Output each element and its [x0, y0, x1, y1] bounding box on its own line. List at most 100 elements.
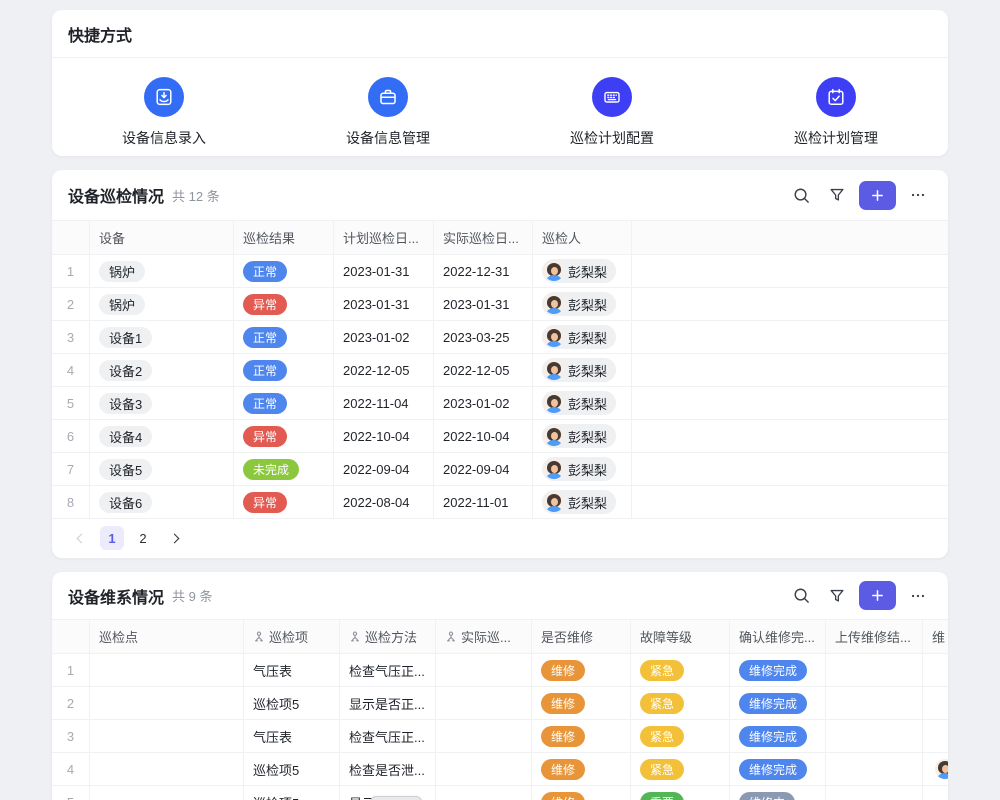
confirm-pill: 维修完成	[739, 726, 807, 747]
row-number: 2	[52, 687, 90, 719]
shortcut-device-entry[interactable]: 设备信息录入	[52, 77, 276, 148]
result-pill: 异常	[243, 426, 287, 447]
column-header-level[interactable]: 故障等级	[631, 620, 730, 653]
prev-page-icon[interactable]	[69, 526, 93, 550]
more-icon[interactable]	[904, 582, 932, 610]
page-1-button[interactable]: 1	[100, 526, 124, 550]
avatar	[544, 492, 564, 512]
column-header-method[interactable]: 巡检方法	[340, 620, 436, 653]
row-number: 3	[52, 720, 90, 752]
table-row[interactable]: 4 巡检项5 检查是否泄... 维修 紧急 维修完成	[52, 753, 948, 786]
actual-date: 2022-12-05	[443, 363, 510, 378]
shortcut-plan-manage[interactable]: 巡检计划管理	[724, 77, 948, 148]
filter-icon[interactable]	[823, 181, 851, 209]
device-tag: 锅炉	[99, 294, 145, 315]
item-text: 巡检项5	[253, 793, 299, 800]
planned-date: 2023-01-31	[343, 297, 410, 312]
table-row[interactable]: 2 巡检项5 显示是否正... 维修 紧急 维修完成	[52, 687, 948, 720]
device-tag: 设备2	[99, 360, 152, 381]
row-number: 7	[52, 453, 90, 485]
inspector-chip: 彭梨梨	[542, 457, 616, 481]
filter-icon[interactable]	[823, 582, 851, 610]
pagination: 1 2	[52, 519, 948, 557]
column-header-upload[interactable]: 上传维修结...	[826, 620, 923, 653]
column-header-actual[interactable]: 实际巡...	[436, 620, 532, 653]
column-header-confirm[interactable]: 确认维修完...	[730, 620, 826, 653]
calendar-check-icon	[816, 77, 856, 117]
table-row[interactable]: 1 气压表 检查气压正... 维修 紧急 维修完成	[52, 654, 948, 687]
shortcuts-card: 快捷方式 设备信息录入 设备信息管理	[52, 10, 948, 156]
row-number: 5	[52, 786, 90, 800]
more-icon[interactable]	[904, 181, 932, 209]
row-number: 3	[52, 321, 90, 353]
table-row[interactable]: 5 巡检项5 显示是否正... 维修 重要 维修中	[52, 786, 948, 800]
column-header-truncated[interactable]: 维	[923, 620, 948, 653]
table-row[interactable]: 6 设备4 异常 2022-10-04 2022-10-04 彭梨梨	[52, 420, 948, 453]
maintenance-table-header: 巡检点 巡检项 巡检方法 实际巡... 是否维修 故障等级 确认维修完... 上…	[52, 620, 948, 654]
planned-date: 2022-10-04	[343, 429, 410, 444]
level-pill: 紧急	[640, 726, 684, 747]
table-row[interactable]: 4 设备2 正常 2022-12-05 2022-12-05 彭梨梨	[52, 354, 948, 387]
shortcut-device-manage[interactable]: 设备信息管理	[276, 77, 500, 148]
planned-date: 2023-01-02	[343, 330, 410, 345]
column-header-planned-date[interactable]: 计划巡检日...	[334, 221, 434, 254]
planned-date: 2022-11-04	[343, 396, 409, 411]
avatar	[544, 393, 564, 413]
item-text: 气压表	[253, 661, 292, 680]
column-header-result[interactable]: 巡检结果	[234, 221, 334, 254]
keyboard-icon	[592, 77, 632, 117]
row-number: 6	[52, 420, 90, 452]
inspector-chip: 彭梨梨	[542, 391, 616, 415]
row-number: 4	[52, 354, 90, 386]
row-number: 8	[52, 486, 90, 518]
table-row[interactable]: 1 锅炉 正常 2023-01-31 2022-12-31 彭梨梨	[52, 255, 948, 288]
page-2-button[interactable]: 2	[131, 526, 155, 550]
header-row-number	[52, 221, 90, 254]
shortcut-plan-config[interactable]: 巡检计划配置	[500, 77, 724, 148]
search-icon[interactable]	[787, 582, 815, 610]
table-row[interactable]: 3 设备1 正常 2023-01-02 2023-03-25 彭梨梨	[52, 321, 948, 354]
method-text: 检查气压正...	[349, 727, 425, 746]
table-row[interactable]: 3 气压表 检查气压正... 维修 紧急 维修完成	[52, 720, 948, 753]
table-row[interactable]: 8 设备6 异常 2022-08-04 2022-11-01 彭梨梨	[52, 486, 948, 519]
avatar	[544, 261, 564, 281]
result-pill: 正常	[243, 393, 287, 414]
table-row[interactable]: 5 设备3 正常 2022-11-04 2023-01-02 彭梨梨	[52, 387, 948, 420]
row-number: 4	[52, 753, 90, 785]
add-record-button[interactable]	[859, 181, 896, 210]
column-header-item[interactable]: 巡检项	[244, 620, 340, 653]
inspection-title: 设备巡检情况	[68, 183, 164, 207]
repair-pill: 维修	[541, 660, 585, 681]
repair-pill: 维修	[541, 792, 585, 800]
method-text: 检查是否泄...	[349, 760, 425, 779]
inspector-chip: 彭梨梨	[542, 259, 616, 283]
table-row[interactable]: 2 锅炉 异常 2023-01-31 2023-01-31 彭梨梨	[52, 288, 948, 321]
actual-date: 2023-03-25	[443, 330, 510, 345]
method-text: 显示是否正...	[349, 694, 425, 713]
item-text: 巡检项5	[253, 694, 299, 713]
column-header-inspector[interactable]: 巡检人	[533, 221, 632, 254]
screenshot-tooltip[interactable]: 截屏	[370, 796, 422, 800]
shortcuts-title: 快捷方式	[68, 22, 132, 46]
actual-date: 2022-11-01	[443, 495, 509, 510]
item-text: 气压表	[253, 727, 292, 746]
method-text: 检查气压正...	[349, 661, 425, 680]
device-tag: 锅炉	[99, 261, 145, 282]
inspector-chip: 彭梨梨	[542, 424, 616, 448]
maintenance-count: 共 9 条	[172, 586, 212, 605]
maintenance-header: 设备维系情况 共 9 条	[52, 572, 948, 620]
level-pill: 紧急	[640, 660, 684, 681]
inspector-chip: 彭梨梨	[542, 292, 616, 316]
column-header-actual-date[interactable]: 实际巡检日...	[434, 221, 533, 254]
table-row[interactable]: 7 设备5 未完成 2022-09-04 2022-09-04 彭梨梨	[52, 453, 948, 486]
add-record-button[interactable]	[859, 581, 896, 610]
inspection-table-header: 设备 巡检结果 计划巡检日... 实际巡检日... 巡检人	[52, 221, 948, 255]
maintenance-title: 设备维系情况	[68, 584, 164, 608]
search-icon[interactable]	[787, 181, 815, 209]
column-header-point[interactable]: 巡检点	[90, 620, 244, 653]
device-tag: 设备4	[99, 426, 152, 447]
column-header-device[interactable]: 设备	[90, 221, 234, 254]
device-tag: 设备1	[99, 327, 152, 348]
next-page-icon[interactable]	[162, 526, 186, 550]
column-header-repair[interactable]: 是否维修	[532, 620, 631, 653]
